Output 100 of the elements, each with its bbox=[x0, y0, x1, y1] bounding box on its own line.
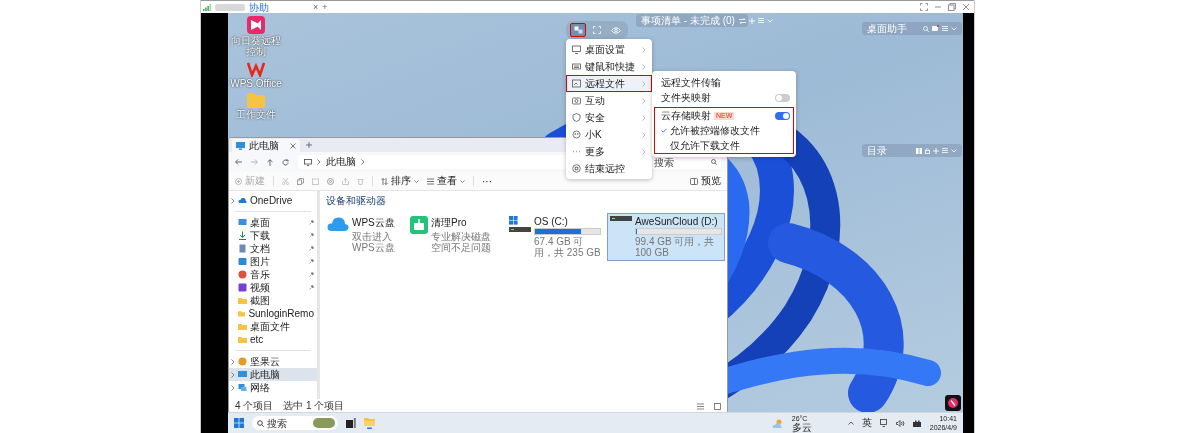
sidebar-item[interactable]: 音乐 bbox=[229, 268, 317, 281]
sidebar-item[interactable]: OneDrive bbox=[229, 194, 317, 207]
network-icon[interactable] bbox=[879, 419, 888, 427]
menu-icon[interactable] bbox=[942, 148, 948, 153]
app-item[interactable]: 清理Pro 专业解决磁盘空间不足问题 bbox=[407, 213, 503, 261]
chevron-right-icon[interactable] bbox=[361, 159, 365, 165]
minimize-icon[interactable] bbox=[934, 3, 942, 11]
sidebar-item[interactable]: 图片 bbox=[229, 255, 317, 268]
menu-item[interactable]: 安全 bbox=[566, 109, 652, 126]
back-icon[interactable] bbox=[235, 159, 242, 165]
computer-icon[interactable] bbox=[304, 158, 312, 166]
chevron-right-icon[interactable] bbox=[317, 159, 321, 165]
battery-icon[interactable] bbox=[912, 419, 922, 427]
file-explorer-icon[interactable] bbox=[364, 417, 375, 429]
toggle-switch[interactable] bbox=[775, 93, 790, 102]
columns-icon[interactable] bbox=[916, 147, 922, 154]
tab-close-button[interactable]: × bbox=[313, 1, 319, 13]
task-view-icon[interactable] bbox=[346, 418, 356, 428]
toggle-switch[interactable] bbox=[775, 111, 790, 120]
paste-icon[interactable] bbox=[312, 177, 319, 185]
sidebar-item[interactable]: 桌面 bbox=[229, 216, 317, 229]
chevron-up-icon[interactable] bbox=[847, 421, 854, 425]
submenu-item[interactable]: 仅允许下载文件 bbox=[670, 138, 740, 153]
app-item[interactable]: WPS云盘 双击进入WPS云盘 bbox=[324, 213, 404, 261]
sidebar-item[interactable]: 下载 bbox=[229, 229, 317, 242]
preview-button[interactable]: 预览 bbox=[690, 174, 721, 188]
input-method-indicator[interactable]: 英 bbox=[861, 416, 872, 430]
cut-icon[interactable] bbox=[282, 177, 289, 185]
copy-icon[interactable] bbox=[297, 177, 304, 185]
sidebar-item[interactable]: 坚果云 bbox=[229, 355, 317, 368]
desktop-icon-label: 工作文件 bbox=[236, 109, 276, 120]
forward-icon[interactable] bbox=[251, 159, 258, 165]
rename-icon[interactable] bbox=[327, 177, 334, 185]
explorer-tab[interactable]: 此电脑 bbox=[232, 139, 300, 152]
chevron-down-icon[interactable] bbox=[951, 26, 957, 31]
plus-icon[interactable] bbox=[748, 17, 755, 24]
chevron-right-icon[interactable] bbox=[231, 358, 235, 365]
submenu-item[interactable]: 允许被控端修改文件 bbox=[670, 123, 760, 138]
menu-item[interactable]: 桌面设置 bbox=[566, 41, 652, 58]
app-icon[interactable] bbox=[247, 61, 265, 77]
breadcrumb-item[interactable]: 此电脑 bbox=[326, 155, 356, 169]
video-icon bbox=[238, 283, 247, 292]
sidebar-item[interactable]: 文档 bbox=[229, 242, 317, 255]
new-tab-button[interactable]: + bbox=[322, 1, 328, 13]
weather-icon[interactable] bbox=[771, 418, 784, 428]
drive-item[interactable]: OS (C:) 67.4 GB 可用，共 235 GB bbox=[506, 213, 604, 261]
share-icon[interactable] bbox=[342, 177, 349, 185]
close-icon[interactable] bbox=[962, 3, 970, 11]
restore-icon[interactable] bbox=[948, 3, 956, 11]
speaker-icon[interactable] bbox=[895, 419, 905, 427]
remote-app-floating-icon[interactable] bbox=[945, 395, 961, 411]
menu-icon[interactable] bbox=[942, 26, 948, 31]
document-icon bbox=[238, 244, 247, 253]
menu-icon[interactable] bbox=[757, 18, 764, 23]
chevron-down-icon[interactable] bbox=[766, 18, 773, 23]
sidebar-item[interactable]: 此电脑 bbox=[229, 368, 317, 381]
keyboard-icon bbox=[572, 62, 581, 71]
chat-icon[interactable] bbox=[932, 25, 939, 32]
menu-item[interactable]: 小K bbox=[566, 126, 652, 143]
drive-item[interactable]: AweSunCloud (D:) 99.4 GB 可用，共 100 GB bbox=[607, 213, 725, 261]
fullscreen-icon[interactable] bbox=[920, 3, 928, 11]
chevron-right-icon[interactable] bbox=[231, 371, 235, 378]
blurred-block bbox=[215, 3, 245, 11]
close-icon[interactable] bbox=[290, 142, 296, 149]
details-view-icon[interactable] bbox=[697, 402, 704, 410]
submenu-item[interactable]: 远程文件传输 bbox=[658, 75, 790, 90]
menu-item[interactable]: 结束远控 bbox=[566, 160, 652, 177]
browser-tab[interactable]: 协助 bbox=[249, 1, 269, 13]
more-button[interactable]: ··· bbox=[482, 175, 492, 187]
app-icon[interactable] bbox=[247, 16, 265, 34]
refresh-icon[interactable] bbox=[282, 158, 289, 166]
sidebar-item[interactable]: 桌面文件 bbox=[229, 320, 317, 333]
section-header[interactable]: 设备和驱动器 bbox=[324, 194, 723, 208]
chevron-right-icon[interactable] bbox=[231, 197, 235, 204]
menu-item[interactable]: 更多 bbox=[566, 143, 652, 160]
tiles-view-icon[interactable] bbox=[714, 402, 721, 410]
search-icon[interactable] bbox=[711, 159, 717, 165]
up-icon[interactable] bbox=[267, 158, 273, 166]
plus-icon[interactable] bbox=[933, 147, 939, 154]
delete-icon[interactable] bbox=[357, 177, 364, 185]
sidebar-item[interactable]: etc bbox=[229, 333, 317, 346]
chevron-down-icon[interactable] bbox=[951, 148, 957, 153]
new-tab-icon[interactable] bbox=[306, 142, 312, 148]
cloud-icon bbox=[238, 196, 247, 205]
chevron-right-icon[interactable] bbox=[231, 384, 235, 391]
sort-button[interactable]: 排序 bbox=[381, 174, 419, 188]
sidebar-item[interactable]: 截图 bbox=[229, 294, 317, 307]
sidebar-item[interactable]: 视频 bbox=[229, 281, 317, 294]
menu-item[interactable]: 互动 bbox=[566, 92, 652, 109]
network-icon bbox=[238, 383, 247, 392]
sidebar-item[interactable]: 网络 bbox=[229, 381, 317, 394]
swap-icon[interactable] bbox=[738, 17, 746, 24]
sidebar-item[interactable]: SunloginRemo bbox=[229, 307, 317, 320]
status-text: 选中 1 个项目 bbox=[283, 399, 345, 413]
menu-item[interactable]: 远程文件 bbox=[566, 75, 652, 92]
menu-item[interactable]: 键鼠和快捷 bbox=[566, 58, 652, 75]
start-icon[interactable] bbox=[234, 418, 244, 428]
view-button[interactable]: 查看 bbox=[427, 174, 465, 188]
lock-icon[interactable] bbox=[925, 147, 930, 154]
remote-control-button[interactable] bbox=[570, 23, 586, 37]
